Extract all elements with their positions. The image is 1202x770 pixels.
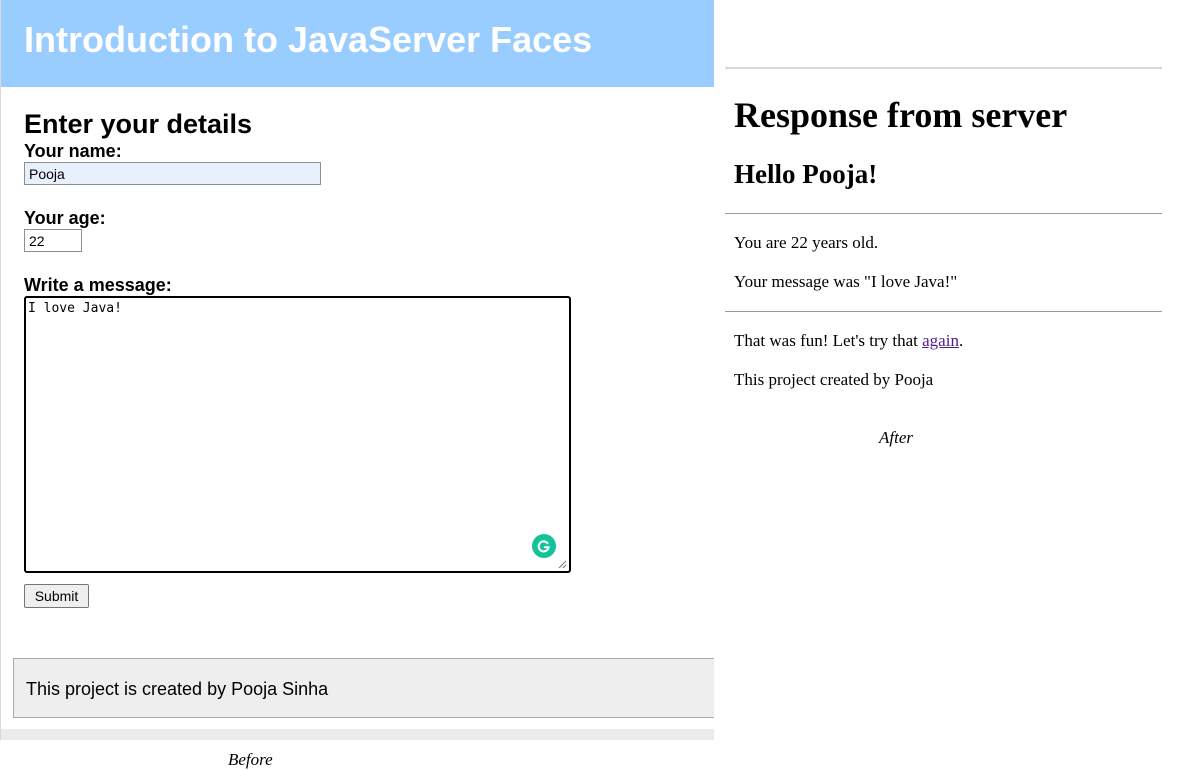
credit-line: This project created by Pooja xyxy=(734,370,934,389)
resize-grip-icon[interactable] xyxy=(557,559,567,569)
age-response: You are 22 years old. xyxy=(734,233,879,252)
name-input[interactable] xyxy=(24,162,321,185)
age-label: Your age: xyxy=(24,208,106,228)
footer: This project is created by Pooja Sinha xyxy=(13,658,714,718)
message-textarea[interactable]: I love Java! xyxy=(24,296,571,573)
after-caption: After xyxy=(879,428,913,447)
submit-button[interactable]: Submit xyxy=(24,584,89,608)
age-input[interactable] xyxy=(24,229,82,252)
page-title: Introduction to JavaServer Faces xyxy=(24,19,593,60)
message-response: Your message was "I love Java!" xyxy=(734,272,958,291)
top-divider xyxy=(725,67,1162,69)
divider xyxy=(725,311,1162,312)
response-title: Response from server xyxy=(734,95,1068,135)
form-title: Enter your details xyxy=(24,109,253,139)
name-label: Your name: xyxy=(24,141,122,161)
try-again-line: That was fun! Let's try that again. xyxy=(734,331,963,351)
try-again-text: That was fun! Let's try that xyxy=(734,331,923,350)
greeting-heading: Hello Pooja! xyxy=(734,159,878,189)
header-banner: Introduction to JavaServer Faces xyxy=(1,0,714,87)
again-link[interactable]: again xyxy=(922,331,959,350)
before-panel: Introduction to JavaServer Faces Enter y… xyxy=(0,0,714,740)
try-again-period: . xyxy=(958,331,964,350)
divider xyxy=(725,213,1162,214)
before-caption: Before xyxy=(228,750,273,769)
after-panel: Response from server Hello Pooja! You ar… xyxy=(725,0,1162,766)
grammarly-icon[interactable] xyxy=(532,534,556,558)
footer-text: This project is created by Pooja Sinha xyxy=(26,679,329,699)
message-label: Write a message: xyxy=(24,275,172,295)
bottom-bar xyxy=(1,729,714,740)
